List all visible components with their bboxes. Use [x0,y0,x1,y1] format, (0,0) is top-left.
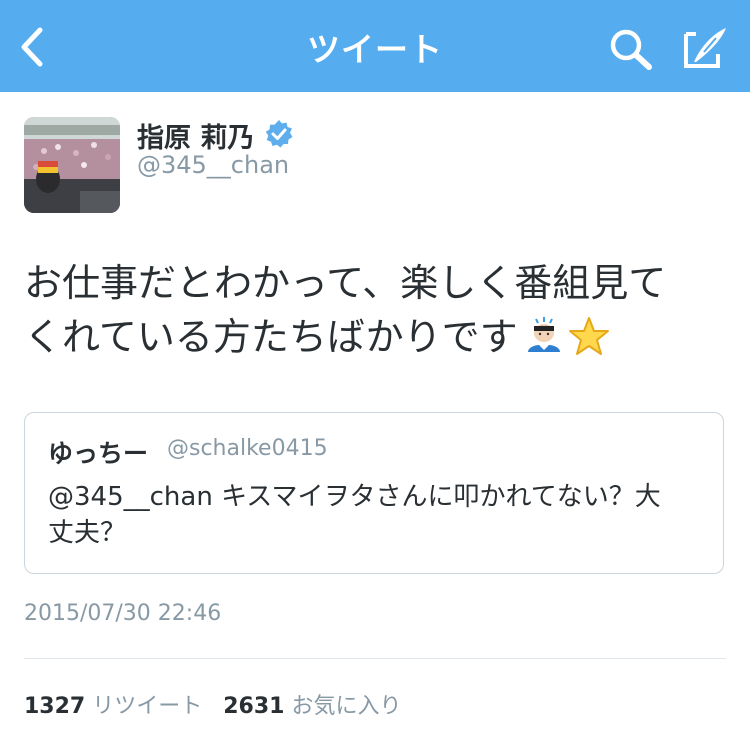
quoted-text-line: @345__chan キスマイヲタさんに叩かれてない？大 [48,482,661,512]
retweets-stat[interactable]: 1327 リツイート [24,694,202,719]
tweet-text-line: くれている方たちばかりです [24,310,724,364]
tweet-text-line: お仕事だとわかって、楽しく番組見て [24,261,667,305]
quoted-text-line: 丈夫？ [48,518,127,548]
compose-icon [684,28,726,68]
verified-badge-icon [265,120,293,148]
retweets-label: リツイート [92,694,203,719]
tweet-text: お仕事だとわかって、楽しく番組見て くれている方たちばかりです [24,256,724,364]
tweet-text-fragment: くれている方たちばかりです [24,315,518,359]
navbar: ツイート [0,0,750,92]
divider [24,658,726,659]
person-bowing-emoji [527,317,560,352]
search-button[interactable] [606,26,656,72]
favorites-stat[interactable]: 2631 お気に入り [223,694,401,719]
tweet-timestamp: 2015/07/30 22:46 [24,601,222,626]
search-icon [610,29,652,70]
retweets-count: 1327 [24,694,86,719]
quoted-tweet-text: @345__chan キスマイヲタさんに叩かれてない？大 丈夫？ [48,479,708,551]
compose-button[interactable] [682,24,730,70]
tweet-stats: 1327 リツイート 2631 お気に入り [24,688,401,720]
author-name[interactable]: 指原 莉乃 [137,116,254,155]
star-emoji [568,317,609,355]
avatar[interactable] [24,117,120,213]
avatar-image [24,117,120,213]
quoted-author-handle: @schalke0415 [167,436,328,461]
quoted-author-name: ゆっちー [48,439,149,468]
author-handle[interactable]: @345__chan [137,151,289,179]
favorites-count: 2631 [223,694,285,719]
tweet-detail-screen: ツイート 指原 莉乃 @345__chan お仕事だとわかって、楽しく番組見て … [0,0,750,746]
quoted-tweet-card[interactable]: ゆっちー @schalke0415 @345__chan キスマイヲタさんに叩か… [24,412,724,574]
favorites-label: お気に入り [291,694,402,719]
